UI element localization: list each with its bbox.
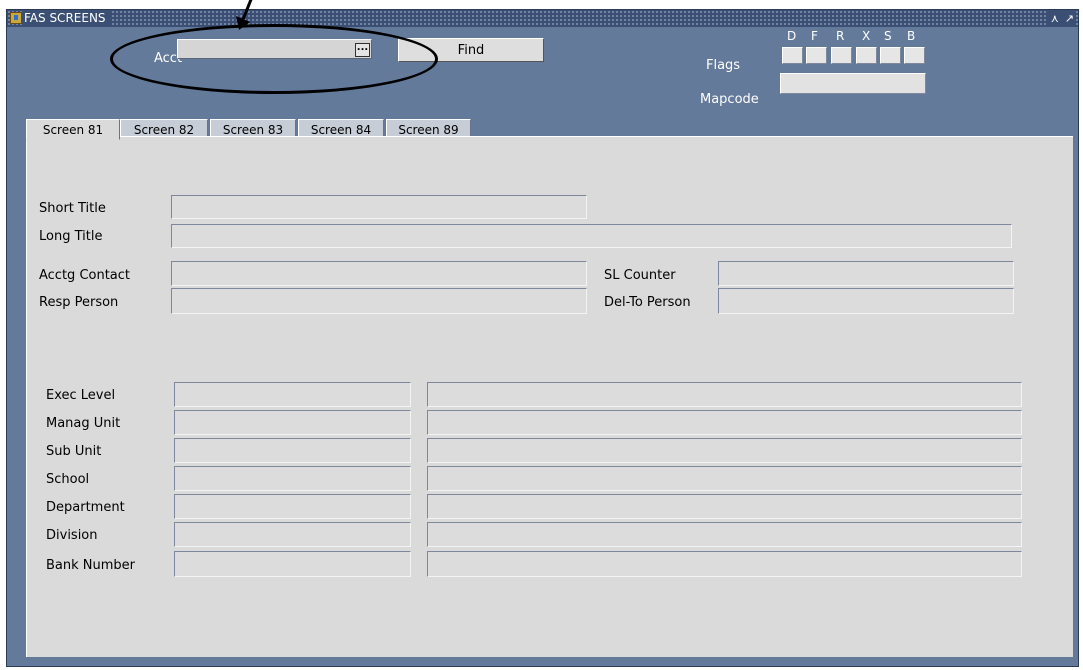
flag-f-checkbox[interactable] [806, 47, 827, 64]
flag-b-checkbox[interactable] [904, 47, 925, 64]
flag-letter-s: S [884, 29, 892, 43]
manag-unit-code-field[interactable] [174, 410, 411, 435]
long-title-field[interactable] [171, 224, 1012, 248]
annotation-arrow-icon [236, 0, 253, 30]
flag-s-checkbox[interactable] [880, 47, 901, 64]
mapcode-label: Mapcode [700, 92, 759, 107]
exec-level-desc-field[interactable] [427, 382, 1022, 407]
department-desc-field[interactable] [427, 494, 1022, 519]
exec-level-label: Exec Level [46, 388, 116, 403]
tab-screen-81[interactable]: Screen 81 [26, 119, 120, 140]
division-code-field[interactable] [174, 522, 411, 547]
flag-letter-f: F [811, 29, 818, 43]
division-desc-field[interactable] [427, 522, 1022, 547]
sub-unit-label: Sub Unit [46, 444, 102, 459]
resp-person-field[interactable] [171, 288, 587, 314]
sub-unit-desc-field[interactable] [427, 438, 1022, 463]
exec-level-code-field[interactable] [174, 382, 411, 407]
acctg-contact-field[interactable] [171, 261, 587, 286]
long-title-label: Long Title [39, 229, 103, 244]
short-title-label: Short Title [39, 201, 106, 216]
school-label: School [46, 472, 90, 487]
bank-number-code-field[interactable] [174, 551, 411, 577]
flag-letter-x: X [862, 29, 871, 43]
del-to-person-field[interactable] [718, 288, 1014, 314]
department-code-field[interactable] [174, 494, 411, 519]
flag-letter-r: R [836, 29, 845, 43]
mapcode-input[interactable] [780, 73, 926, 94]
manag-unit-label: Manag Unit [46, 416, 121, 431]
manag-unit-desc-field[interactable] [427, 410, 1022, 435]
school-desc-field[interactable] [427, 466, 1022, 491]
sl-counter-field[interactable] [718, 261, 1014, 286]
acctg-contact-label: Acctg Contact [39, 268, 131, 283]
bank-number-desc-field[interactable] [427, 551, 1022, 577]
school-code-field[interactable] [174, 466, 411, 491]
flag-d-checkbox[interactable] [782, 47, 803, 64]
department-label: Department [46, 500, 125, 515]
window-title: FAS SCREENS [24, 11, 112, 26]
flag-letter-b: B [907, 29, 916, 43]
maximize-icon[interactable]: ↗ [1065, 11, 1074, 26]
flag-x-checkbox[interactable] [856, 47, 877, 64]
sl-counter-label: SL Counter [604, 268, 676, 283]
annotation-ellipse [110, 24, 438, 94]
del-to-person-label: Del-To Person [604, 295, 691, 310]
minimize-icon[interactable]: ⋏ [1051, 11, 1059, 26]
bank-number-label: Bank Number [46, 558, 136, 573]
short-title-field[interactable] [171, 195, 587, 219]
title-bar[interactable]: FAS SCREENS ⋏ ↗ [7, 10, 1078, 27]
flag-r-checkbox[interactable] [831, 47, 852, 64]
flag-letter-d: D [787, 29, 797, 43]
app-icon [10, 12, 22, 24]
division-label: Division [46, 528, 98, 543]
sub-unit-code-field[interactable] [174, 438, 411, 463]
resp-person-label: Resp Person [39, 295, 119, 310]
flags-label: Flags [706, 58, 741, 73]
